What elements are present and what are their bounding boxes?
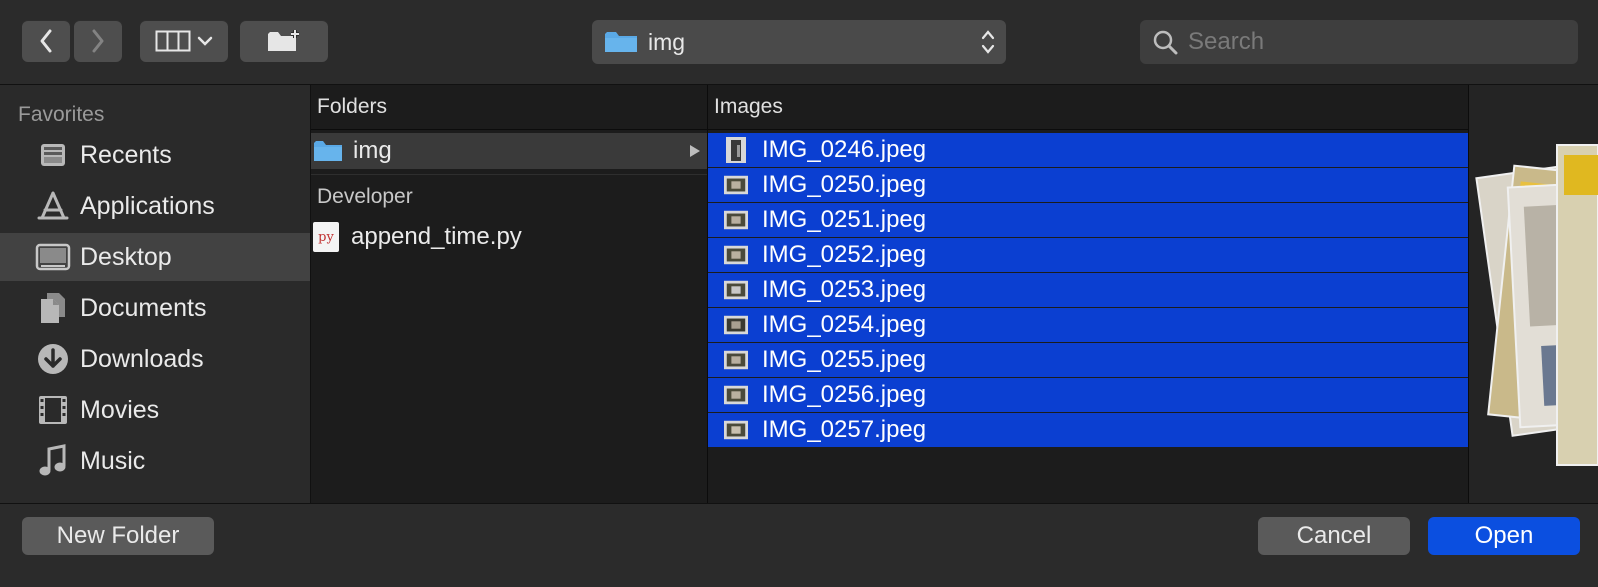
view-mode-button[interactable] [140, 20, 228, 62]
new-folder-toolbar-button[interactable] [240, 20, 328, 62]
file-row[interactable]: IMG_0246.jpeg [708, 133, 1468, 167]
file-row[interactable]: IMG_0250.jpeg [708, 168, 1468, 202]
group-label-developer: Developer [317, 185, 413, 208]
file-name: IMG_0250.jpeg [762, 171, 927, 198]
image-thumbnail-icon [724, 313, 748, 337]
sidebar-item-label: Documents [80, 293, 207, 322]
preview-column [1469, 85, 1598, 503]
file-row[interactable]: IMG_0251.jpeg [708, 203, 1468, 237]
updown-chevron-icon [981, 30, 995, 54]
file-name: IMG_0255.jpeg [762, 346, 927, 373]
new-folder-button[interactable]: New Folder [22, 517, 214, 555]
image-thumbnail-icon [724, 418, 748, 442]
forward-button[interactable] [74, 20, 122, 62]
folder-icon [605, 32, 637, 52]
search-field[interactable] [1140, 20, 1578, 64]
path-label: img [648, 28, 686, 55]
folder-icon [314, 141, 342, 161]
file-row-append-time[interactable]: py append_time.py [311, 219, 522, 255]
folders-column: Folders img Developer py append_time.py [311, 85, 708, 503]
downloads-icon [34, 340, 72, 378]
sidebar-item-applications[interactable]: Applications [0, 182, 310, 230]
movies-icon [34, 391, 72, 429]
sidebar-item-downloads[interactable]: Downloads [0, 335, 310, 383]
file-name: IMG_0257.jpeg [762, 416, 927, 443]
bottom-bar: New Folder Cancel Open [0, 503, 1598, 587]
sidebar-item-label: Music [80, 446, 146, 475]
image-thumbnail-icon [724, 208, 748, 232]
folder-row-img[interactable]: img [311, 133, 707, 169]
image-thumbnail-icon [724, 173, 748, 197]
path-popup[interactable]: img [592, 20, 1006, 64]
folders-column-header: Folders [311, 85, 707, 130]
stacked-photos-preview-image [1475, 144, 1598, 466]
image-thumbnail-icon [724, 243, 748, 267]
recents-icon [34, 136, 72, 174]
sidebar-item-recents[interactable]: Recents [0, 131, 310, 179]
chevron-right-icon [92, 29, 104, 53]
open-button[interactable]: Open [1428, 517, 1580, 555]
file-name: IMG_0246.jpeg [762, 136, 927, 163]
cancel-button[interactable]: Cancel [1258, 517, 1410, 555]
file-name: IMG_0254.jpeg [762, 311, 927, 338]
sidebar-item-label: Desktop [80, 242, 172, 271]
chevron-down-icon [197, 36, 213, 46]
documents-icon [34, 289, 72, 327]
disclosure-arrow-icon [690, 145, 700, 157]
applications-icon [34, 187, 72, 225]
image-thumbnail-icon [724, 278, 748, 302]
sidebar-item-label: Movies [80, 395, 160, 424]
desktop-icon [34, 238, 72, 276]
file-name: IMG_0253.jpeg [762, 276, 927, 303]
sidebar-item-music[interactable]: Music [0, 437, 310, 485]
chevron-left-icon [40, 29, 52, 53]
back-button[interactable] [22, 20, 70, 62]
file-name: IMG_0251.jpeg [762, 206, 927, 233]
file-row[interactable]: IMG_0252.jpeg [708, 238, 1468, 272]
file-row[interactable]: IMG_0256.jpeg [708, 378, 1468, 412]
columns-view-icon [155, 30, 191, 52]
python-file-icon: py [313, 222, 339, 252]
file-name: IMG_0252.jpeg [762, 241, 927, 268]
sidebar-item-label: Applications [80, 191, 215, 220]
python-file-badge: py [318, 229, 334, 245]
image-thumbnail-icon [724, 137, 748, 163]
new-folder-icon [268, 30, 299, 51]
sidebar-item-label: Downloads [80, 344, 204, 373]
search-input[interactable] [1186, 27, 1570, 57]
sidebar-item-desktop[interactable]: Desktop [0, 233, 310, 281]
sidebar: Favorites Recents Applications Desktop D… [0, 85, 311, 503]
sidebar-item-label: Recents [80, 140, 172, 169]
image-thumbnail-icon [724, 348, 748, 372]
sidebar-item-movies[interactable]: Movies [0, 386, 310, 434]
images-column-header: Images [708, 85, 1468, 130]
file-row[interactable]: IMG_0255.jpeg [708, 343, 1468, 377]
file-row[interactable]: IMG_0254.jpeg [708, 308, 1468, 342]
image-thumbnail-icon [724, 383, 748, 407]
file-name: IMG_0256.jpeg [762, 381, 927, 408]
music-note-icon [34, 442, 72, 480]
file-row-label: append_time.py [351, 223, 522, 250]
toolbar: img [0, 0, 1598, 85]
sidebar-section-favorites: Favorites [18, 103, 105, 126]
folder-row-label: img [353, 137, 392, 164]
divider [311, 174, 707, 175]
search-icon [1153, 30, 1178, 55]
file-row[interactable]: IMG_0253.jpeg [708, 273, 1468, 307]
sidebar-item-documents[interactable]: Documents [0, 284, 310, 332]
file-row[interactable]: IMG_0257.jpeg [708, 413, 1468, 447]
images-column: Images IMG_0246.jpeg IMG_0250.jpeg IMG_0… [708, 85, 1469, 503]
